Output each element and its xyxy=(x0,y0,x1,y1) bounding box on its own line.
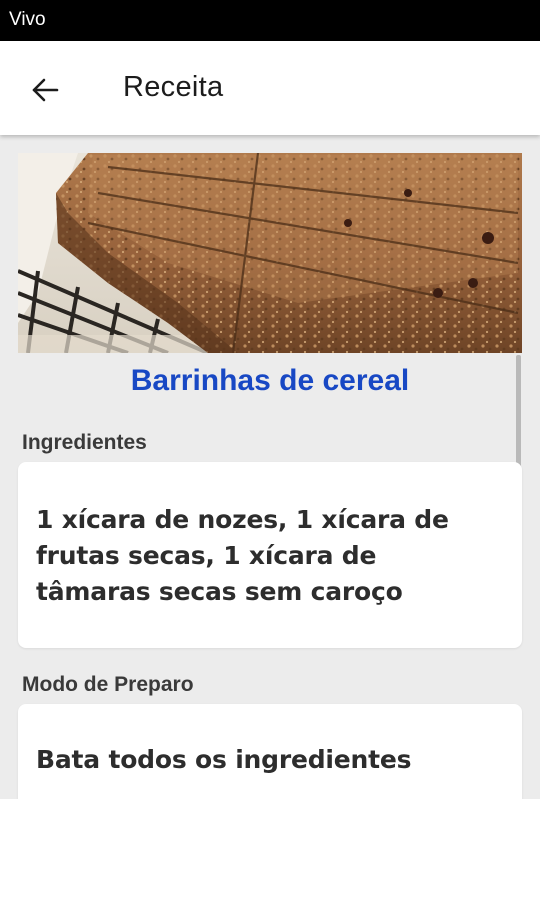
recipe-content[interactable]: Barrinhas de cereal Ingredientes 1 xícar… xyxy=(0,135,540,799)
recipe-title: Barrinhas de cereal xyxy=(130,364,410,397)
recipe-image xyxy=(18,153,522,353)
page-title: Receita xyxy=(123,71,224,103)
status-bar: Vivo xyxy=(0,0,540,41)
back-button[interactable] xyxy=(20,65,70,115)
ingredients-card: 1 xícara de nozes, 1 xícara de frutas se… xyxy=(18,462,522,648)
arrow-back-icon xyxy=(32,78,59,102)
carrier-name: Vivo xyxy=(9,9,46,30)
preparation-text: Bata todos os ingredientes xyxy=(36,745,412,774)
preparation-card: Bata todos os ingredientes xyxy=(18,704,522,799)
ingredients-label: Ingredientes xyxy=(22,431,147,454)
app-bar: Receita xyxy=(0,41,540,135)
preparation-label: Modo de Preparo xyxy=(22,673,194,696)
ingredients-text: 1 xícara de nozes, 1 xícara de frutas se… xyxy=(36,505,449,606)
